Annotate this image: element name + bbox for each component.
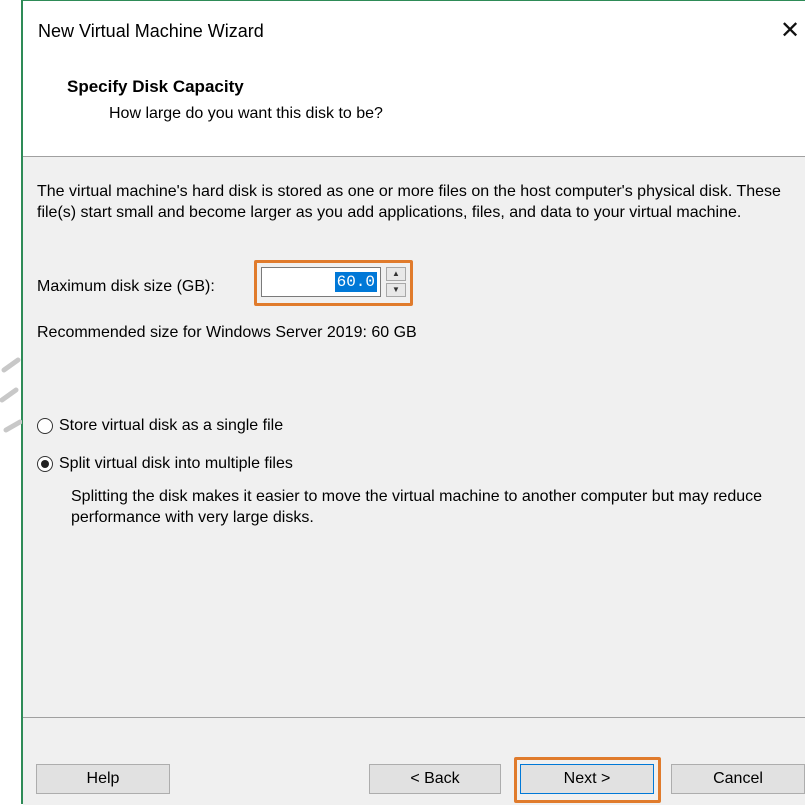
split-note-text: Splitting the disk makes it easier to mo…	[71, 488, 763, 526]
spin-down-button[interactable]: ▼	[386, 283, 406, 297]
chevron-down-icon: ▼	[392, 285, 400, 294]
wizard-window: New Virtual Machine Wizard ✕ Specify Dis…	[23, 1, 805, 805]
radio-single-file-circle[interactable]	[37, 418, 53, 434]
recommended-size-text: Recommended size for Windows Server 2019…	[37, 324, 417, 341]
radio-split-files-label: Split virtual disk into multiple files	[59, 455, 293, 472]
window-title: New Virtual Machine Wizard	[38, 21, 264, 41]
disk-size-label: Maximum disk size (GB):	[37, 278, 215, 295]
watermark-fragment	[0, 357, 22, 433]
back-button[interactable]: < Back	[369, 764, 501, 794]
wizard-body: The virtual machine's hard disk is store…	[23, 157, 805, 717]
radio-split-files[interactable]: Split virtual disk into multiple files	[37, 455, 293, 473]
chevron-up-icon: ▲	[392, 269, 400, 278]
cancel-button[interactable]: Cancel	[671, 764, 805, 794]
disk-size-input[interactable]: 60.0	[261, 267, 381, 297]
wizard-footer: Help < Back Next > Cancel	[23, 717, 805, 805]
disk-size-stepper: ▲ ▼	[386, 267, 406, 297]
description-text: The virtual machine's hard disk is store…	[37, 183, 781, 221]
disk-size-value: 60.0	[334, 272, 377, 292]
close-icon: ✕	[779, 16, 801, 44]
radio-single-file[interactable]: Store virtual disk as a single file	[37, 417, 283, 435]
wizard-header: Specify Disk Capacity How large do you w…	[23, 61, 805, 157]
radio-single-file-label: Store virtual disk as a single file	[59, 417, 284, 434]
page-title: Specify Disk Capacity	[67, 77, 244, 96]
radio-split-files-circle[interactable]	[37, 456, 53, 472]
title-bar: New Virtual Machine Wizard ✕	[23, 1, 805, 61]
page-subtitle: How large do you want this disk to be?	[109, 105, 383, 122]
next-button[interactable]: Next >	[520, 764, 654, 794]
spin-up-button[interactable]: ▲	[386, 267, 406, 281]
help-button[interactable]: Help	[36, 764, 170, 794]
close-button[interactable]: ✕	[775, 15, 805, 45]
